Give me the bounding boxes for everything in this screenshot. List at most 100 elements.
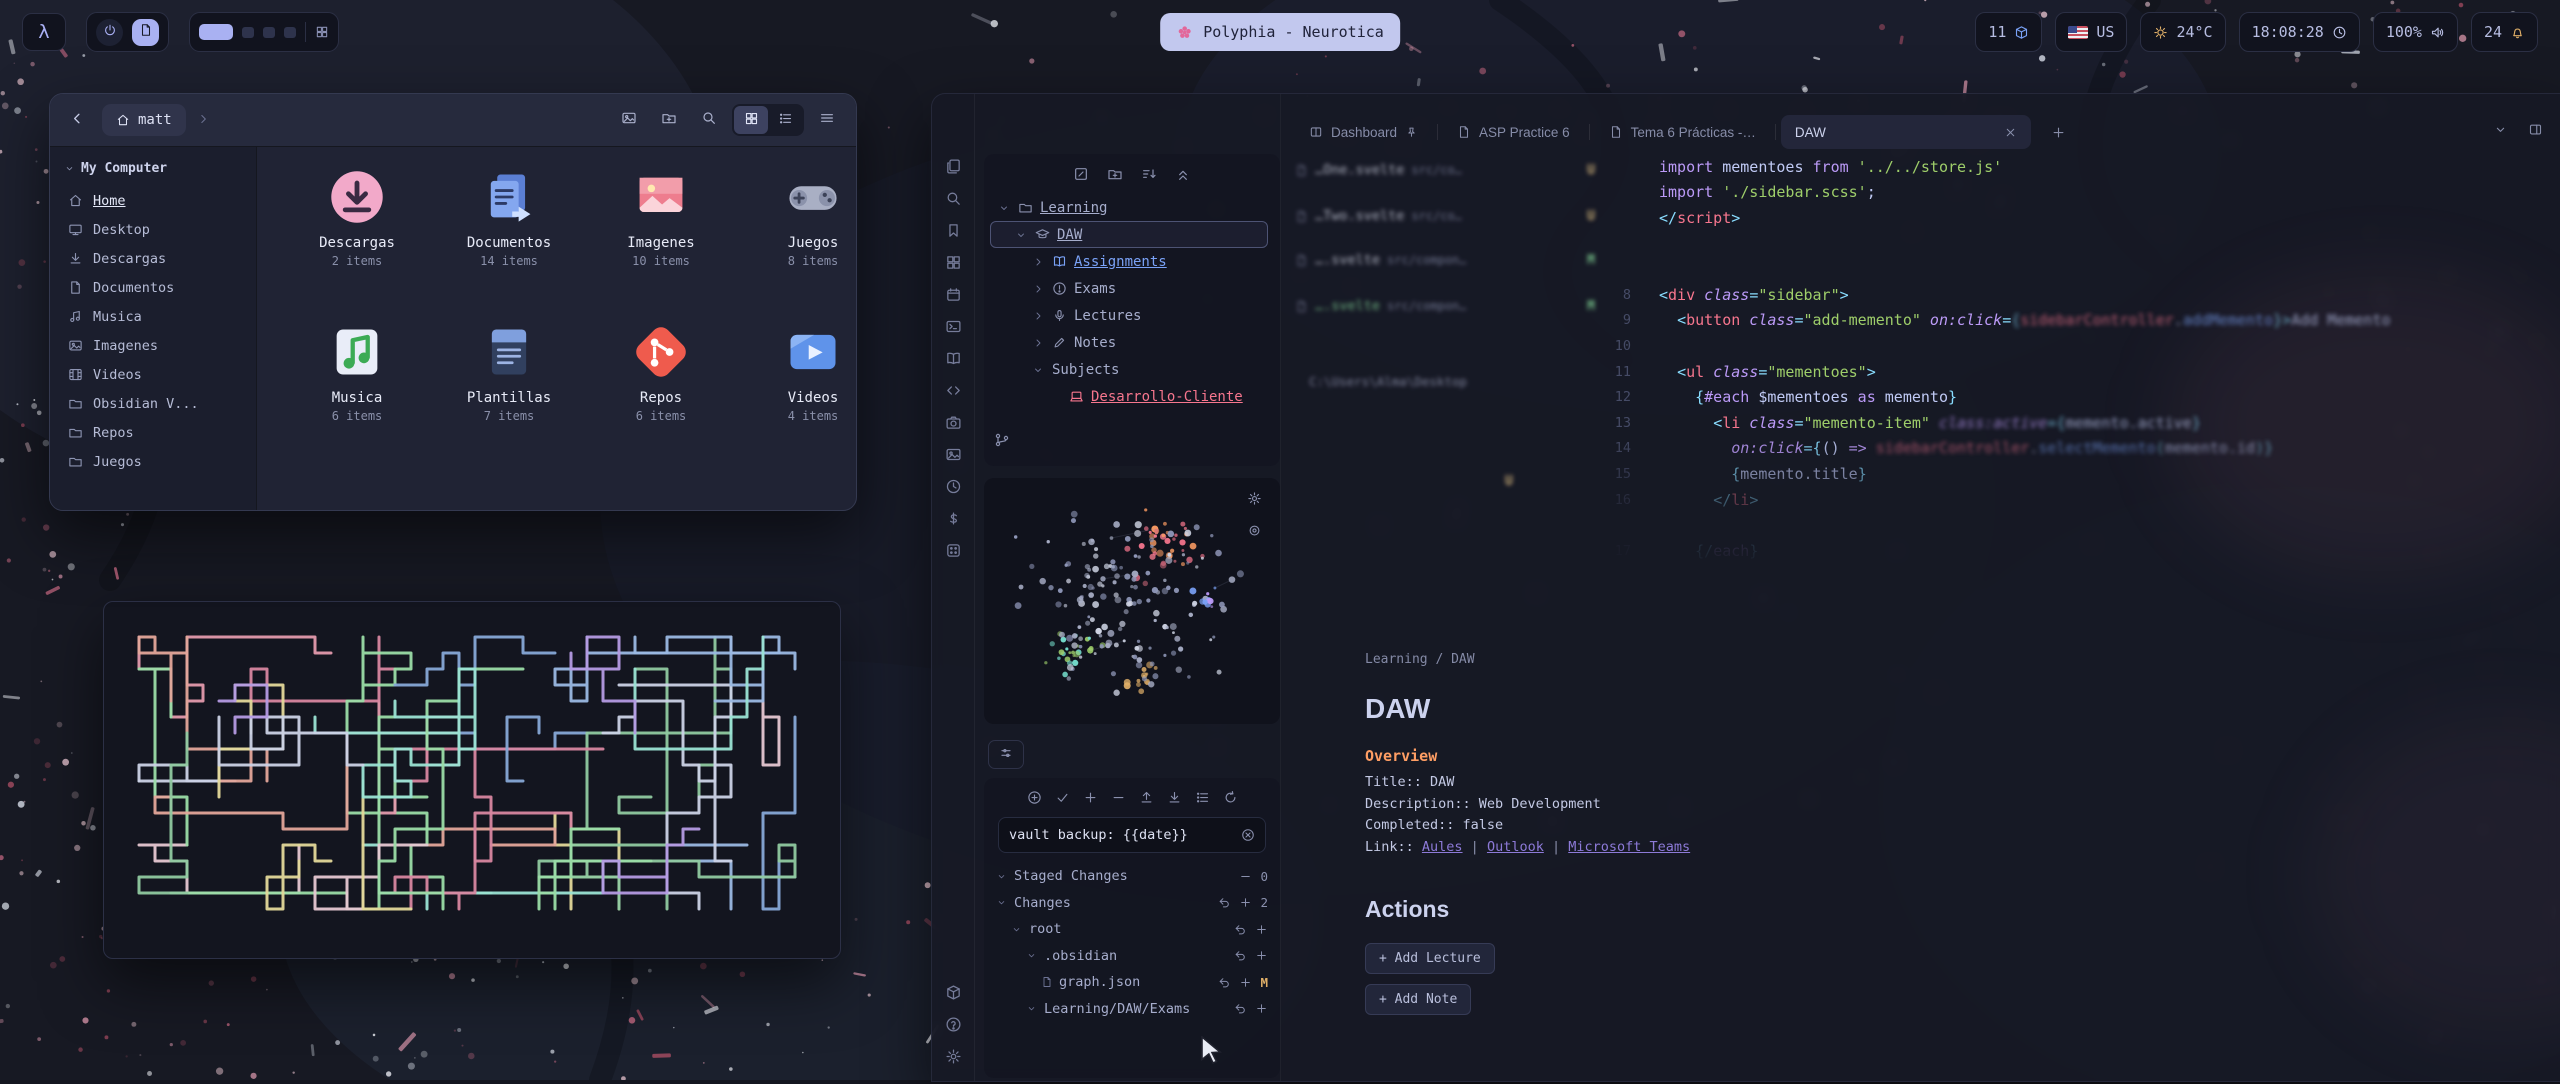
- git-action-undo-button[interactable]: [1234, 949, 1247, 962]
- folder-documentos[interactable]: Documentos14 items: [433, 165, 585, 320]
- explorer-collapse-button[interactable]: [1175, 166, 1191, 182]
- git-upload-button[interactable]: [1139, 790, 1154, 805]
- git-row-learning-daw-exams[interactable]: Learning/DAW/Exams: [984, 996, 1280, 1023]
- workspace-4[interactable]: [284, 27, 296, 38]
- updates-pill[interactable]: 11: [1975, 12, 2042, 52]
- git-action-plus-button[interactable]: [1255, 949, 1268, 962]
- tab-daw[interactable]: DAW: [1781, 115, 2031, 149]
- git-row-staged-changes[interactable]: Staged Changes0: [984, 863, 1280, 890]
- git-list-button[interactable]: [1195, 790, 1210, 805]
- git-action-undo-button[interactable]: [1218, 976, 1231, 989]
- now-playing-pill[interactable]: Polyphia - Neurotica: [1160, 13, 1400, 51]
- notes-button[interactable]: [132, 19, 159, 46]
- ribbon-dollar-button[interactable]: [945, 510, 962, 527]
- workspace-3[interactable]: [263, 27, 275, 38]
- git-plus-circle-button[interactable]: [1027, 790, 1042, 805]
- sidebar-item-juegos[interactable]: Juegos: [60, 447, 246, 476]
- button-add-note[interactable]: + Add Note: [1365, 984, 1471, 1015]
- sidebar-item-repos[interactable]: Repos: [60, 418, 246, 447]
- new-tab-button[interactable]: [2045, 124, 2072, 141]
- sidebar-item-videos[interactable]: Videos: [60, 360, 246, 389]
- git-branch-icon[interactable]: [994, 432, 1010, 452]
- new-folder-button[interactable]: [652, 105, 686, 135]
- ribbon-gear-button[interactable]: [945, 1048, 962, 1065]
- tree-item-exams[interactable]: Exams: [984, 275, 1280, 302]
- close-tab-icon[interactable]: [2004, 126, 2017, 139]
- volume-pill[interactable]: 100%: [2373, 12, 2458, 52]
- git-action-plus-button[interactable]: [1255, 1002, 1268, 1015]
- explorer-pencil-box-button[interactable]: [1073, 166, 1089, 182]
- ribbon-package-button[interactable]: [945, 984, 962, 1001]
- sidebar-item-musica[interactable]: Musica: [60, 302, 246, 331]
- tab-list-button[interactable]: [2493, 122, 2508, 141]
- notifications-pill[interactable]: 24: [2471, 12, 2538, 52]
- git-row-root[interactable]: root: [984, 916, 1280, 943]
- git-refresh-button[interactable]: [1223, 790, 1238, 805]
- list-view-button[interactable]: [768, 106, 802, 134]
- folder-imagenes[interactable]: Imagenes10 items: [585, 165, 737, 320]
- tree-item-daw[interactable]: DAW: [984, 221, 1280, 248]
- git-action-plus-button[interactable]: [1255, 923, 1268, 936]
- split-pane-button[interactable]: [2528, 122, 2543, 141]
- git-action-undo-button[interactable]: [1234, 923, 1247, 936]
- filter-toggle[interactable]: [988, 740, 1024, 769]
- button-add-lecture[interactable]: + Add Lecture: [1365, 943, 1495, 974]
- launcher-button[interactable]: λ: [22, 13, 66, 51]
- tab-asp-practice-6[interactable]: ASP Practice 6: [1443, 115, 1584, 149]
- tab-dashboard[interactable]: Dashboard: [1295, 115, 1432, 149]
- folder-plantillas[interactable]: Plantillas7 items: [433, 320, 585, 475]
- ribbon-camera-button[interactable]: [945, 414, 962, 431]
- clear-icon[interactable]: [1241, 828, 1255, 842]
- git-download-button[interactable]: [1167, 790, 1182, 805]
- ribbon-image-button[interactable]: [945, 446, 962, 463]
- folder-videos[interactable]: Videos4 items: [737, 320, 857, 475]
- ribbon-files-button[interactable]: [945, 158, 962, 175]
- folder-musica[interactable]: Musica6 items: [281, 320, 433, 475]
- graph-canvas[interactable]: [984, 478, 1280, 724]
- tree-item-subjects[interactable]: Subjects: [984, 356, 1280, 383]
- sidebar-item-desktop[interactable]: Desktop: [60, 215, 246, 244]
- git-action-minus-button[interactable]: [1239, 870, 1252, 883]
- ribbon-code-button[interactable]: [945, 382, 962, 399]
- search-button[interactable]: [692, 105, 726, 135]
- ribbon-bookmark-button[interactable]: [945, 222, 962, 239]
- sidebar-item-descargas[interactable]: Descargas: [60, 244, 246, 273]
- tree-item-notes[interactable]: Notes: [984, 329, 1280, 356]
- folder-juegos[interactable]: Juegos8 items: [737, 165, 857, 320]
- weather-pill[interactable]: 24°C: [2140, 12, 2225, 52]
- ribbon-dice-button[interactable]: [945, 542, 962, 559]
- git-action-plus-button[interactable]: [1239, 976, 1252, 989]
- ribbon-book-button[interactable]: [945, 350, 962, 367]
- tree-item-desarrollo-cliente[interactable]: Desarrollo-Cliente: [984, 383, 1280, 410]
- back-button[interactable]: [62, 105, 92, 135]
- clock-pill[interactable]: 18:08:28: [2239, 12, 2360, 52]
- ribbon-terminal-button[interactable]: [945, 318, 962, 335]
- graph-focus-button[interactable]: [1241, 522, 1268, 543]
- layout-switcher-button[interactable]: [315, 25, 329, 39]
- link-aules[interactable]: Aules: [1422, 839, 1463, 855]
- ribbon-help-button[interactable]: [945, 1016, 962, 1033]
- link-microsoft-teams[interactable]: Microsoft Teams: [1568, 839, 1690, 855]
- git-action-undo-button[interactable]: [1218, 896, 1231, 909]
- sidebar-item-obsidian-v[interactable]: Obsidian V...: [60, 389, 246, 418]
- sidebar-item-documentos[interactable]: Documentos: [60, 273, 246, 302]
- ribbon-calendar-button[interactable]: [945, 286, 962, 303]
- git-row-obsidian[interactable]: .obsidian: [984, 943, 1280, 970]
- tab-tema-6-pr-cticas[interactable]: Tema 6 Prácticas -…: [1595, 115, 1770, 149]
- thumbnails-button[interactable]: [612, 105, 646, 135]
- git-action-undo-button[interactable]: [1234, 1002, 1247, 1015]
- folder-repos[interactable]: Repos6 items: [585, 320, 737, 475]
- ribbon-search-button[interactable]: [945, 190, 962, 207]
- power-button[interactable]: [96, 19, 123, 46]
- git-minus-button[interactable]: [1111, 790, 1126, 805]
- git-action-plus-button[interactable]: [1239, 896, 1252, 909]
- sidebar-item-home[interactable]: Home: [60, 186, 246, 215]
- git-row-graph-json[interactable]: graph.jsonM: [984, 969, 1280, 996]
- tree-item-learning[interactable]: Learning: [984, 194, 1280, 221]
- git-check-button[interactable]: [1055, 790, 1070, 805]
- tree-item-lectures[interactable]: Lectures: [984, 302, 1280, 329]
- menu-button[interactable]: [810, 105, 844, 135]
- ribbon-clock-button[interactable]: [945, 478, 962, 495]
- explorer-sort-button[interactable]: [1141, 166, 1157, 182]
- explorer-folder-plus-button[interactable]: [1107, 166, 1123, 182]
